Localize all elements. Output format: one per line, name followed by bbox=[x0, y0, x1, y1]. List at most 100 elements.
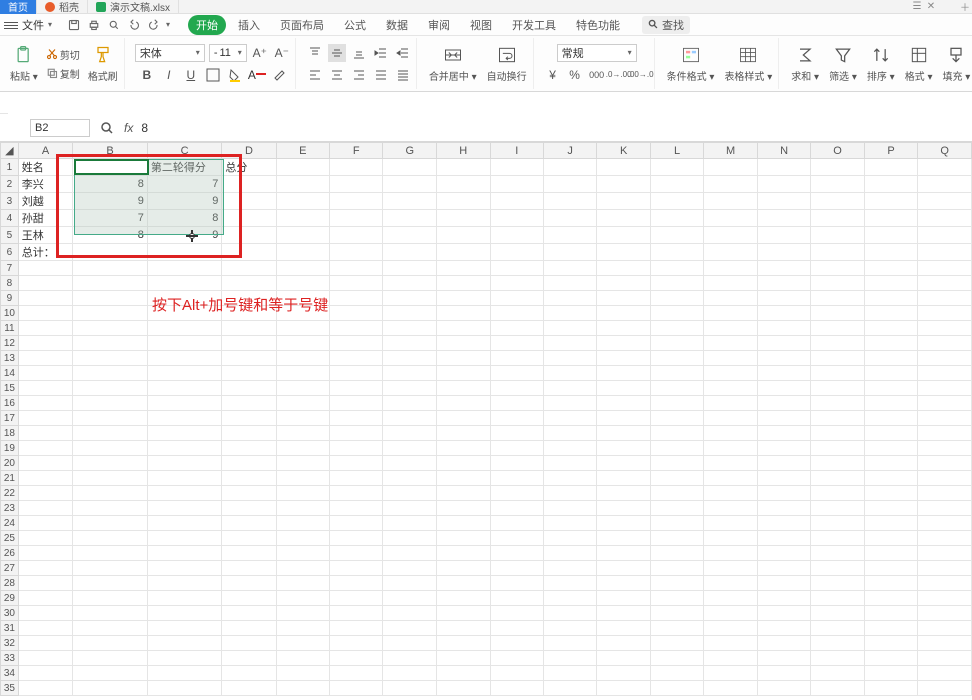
cell-O13[interactable] bbox=[811, 351, 865, 366]
spreadsheet-grid[interactable]: ◢ABCDEFGHIJKLMNOPQ1姓名第一轮得分第二轮得分总分2李兴873刘… bbox=[0, 142, 972, 700]
cell-L20[interactable] bbox=[650, 456, 703, 471]
tab-new-icon[interactable]: ＋ bbox=[958, 0, 972, 14]
cell-H4[interactable] bbox=[437, 210, 491, 227]
fill-color-button[interactable] bbox=[226, 66, 244, 84]
cell-Q13[interactable] bbox=[918, 351, 972, 366]
cell-B19[interactable] bbox=[73, 441, 148, 456]
cell-E3[interactable] bbox=[276, 193, 329, 210]
cell-H5[interactable] bbox=[437, 227, 491, 244]
cell-N7[interactable] bbox=[757, 261, 811, 276]
row-header-34[interactable]: 34 bbox=[1, 666, 19, 681]
row-header-22[interactable]: 22 bbox=[1, 486, 19, 501]
cell-O6[interactable] bbox=[811, 244, 865, 261]
cell-O20[interactable] bbox=[811, 456, 865, 471]
cell-A1[interactable]: 姓名 bbox=[18, 159, 73, 176]
cell-Q29[interactable] bbox=[918, 591, 972, 606]
cell-H23[interactable] bbox=[437, 501, 491, 516]
font-color-button[interactable]: A bbox=[248, 66, 266, 84]
cell-M20[interactable] bbox=[704, 456, 758, 471]
cell-L12[interactable] bbox=[650, 336, 703, 351]
cell-G26[interactable] bbox=[383, 546, 437, 561]
col-header-O[interactable]: O bbox=[811, 143, 865, 159]
cell-N24[interactable] bbox=[757, 516, 811, 531]
cell-I17[interactable] bbox=[490, 411, 543, 426]
cell-D30[interactable] bbox=[222, 606, 276, 621]
cell-M15[interactable] bbox=[704, 381, 758, 396]
cell-Q5[interactable] bbox=[918, 227, 972, 244]
cell-J25[interactable] bbox=[543, 531, 596, 546]
cell-K11[interactable] bbox=[597, 321, 650, 336]
cell-H33[interactable] bbox=[437, 651, 491, 666]
cell-A31[interactable] bbox=[18, 621, 73, 636]
select-all-corner[interactable]: ◢ bbox=[1, 143, 19, 159]
cell-I1[interactable] bbox=[490, 159, 543, 176]
row-header-10[interactable]: 10 bbox=[1, 306, 19, 321]
cell-L35[interactable] bbox=[650, 681, 703, 696]
sort-button[interactable]: 排序 ▾ bbox=[865, 42, 897, 85]
row-header-7[interactable]: 7 bbox=[1, 261, 19, 276]
cell-P35[interactable] bbox=[864, 681, 917, 696]
cell-Q8[interactable] bbox=[918, 276, 972, 291]
cell-H31[interactable] bbox=[437, 621, 491, 636]
cell-J24[interactable] bbox=[543, 516, 596, 531]
cell-O4[interactable] bbox=[811, 210, 865, 227]
cell-A25[interactable] bbox=[18, 531, 73, 546]
cell-B2[interactable]: 8 bbox=[73, 176, 148, 193]
cell-B21[interactable] bbox=[73, 471, 148, 486]
cell-G17[interactable] bbox=[383, 411, 437, 426]
cell-H7[interactable] bbox=[437, 261, 491, 276]
row-header-32[interactable]: 32 bbox=[1, 636, 19, 651]
cell-B30[interactable] bbox=[73, 606, 148, 621]
cell-B3[interactable]: 9 bbox=[73, 193, 148, 210]
cell-L2[interactable] bbox=[650, 176, 703, 193]
cell-F14[interactable] bbox=[330, 366, 383, 381]
cell-E1[interactable] bbox=[276, 159, 329, 176]
cell-O1[interactable] bbox=[811, 159, 865, 176]
cell-J12[interactable] bbox=[543, 336, 596, 351]
cell-O29[interactable] bbox=[811, 591, 865, 606]
cell-J17[interactable] bbox=[543, 411, 596, 426]
cell-E17[interactable] bbox=[276, 411, 329, 426]
cell-N32[interactable] bbox=[757, 636, 811, 651]
cell-J6[interactable] bbox=[543, 244, 596, 261]
cell-F31[interactable] bbox=[330, 621, 383, 636]
cell-L13[interactable] bbox=[650, 351, 703, 366]
cell-D31[interactable] bbox=[222, 621, 276, 636]
cell-H25[interactable] bbox=[437, 531, 491, 546]
cell-E2[interactable] bbox=[276, 176, 329, 193]
cell-O23[interactable] bbox=[811, 501, 865, 516]
cell-M7[interactable] bbox=[704, 261, 758, 276]
cell-K13[interactable] bbox=[597, 351, 650, 366]
col-header-M[interactable]: M bbox=[704, 143, 758, 159]
col-header-J[interactable]: J bbox=[543, 143, 596, 159]
cell-E10[interactable] bbox=[276, 306, 329, 321]
cell-K15[interactable] bbox=[597, 381, 650, 396]
cell-C20[interactable] bbox=[147, 456, 222, 471]
cell-B15[interactable] bbox=[73, 381, 148, 396]
cell-J11[interactable] bbox=[543, 321, 596, 336]
cell-I4[interactable] bbox=[490, 210, 543, 227]
cell-M12[interactable] bbox=[704, 336, 758, 351]
cell-J29[interactable] bbox=[543, 591, 596, 606]
cell-M25[interactable] bbox=[704, 531, 758, 546]
row-header-35[interactable]: 35 bbox=[1, 681, 19, 696]
cell-P23[interactable] bbox=[864, 501, 917, 516]
cell-D28[interactable] bbox=[222, 576, 276, 591]
distribute-icon[interactable] bbox=[394, 66, 412, 84]
cell-F26[interactable] bbox=[330, 546, 383, 561]
cell-H11[interactable] bbox=[437, 321, 491, 336]
cell-I16[interactable] bbox=[490, 396, 543, 411]
cell-A3[interactable]: 刘越 bbox=[18, 193, 73, 210]
cell-D27[interactable] bbox=[222, 561, 276, 576]
cell-F2[interactable] bbox=[330, 176, 383, 193]
cell-Q19[interactable] bbox=[918, 441, 972, 456]
cell-M11[interactable] bbox=[704, 321, 758, 336]
cell-P29[interactable] bbox=[864, 591, 917, 606]
cell-D34[interactable] bbox=[222, 666, 276, 681]
cell-J30[interactable] bbox=[543, 606, 596, 621]
cell-P31[interactable] bbox=[864, 621, 917, 636]
cell-I9[interactable] bbox=[490, 291, 543, 306]
cell-Q6[interactable] bbox=[918, 244, 972, 261]
cell-B32[interactable] bbox=[73, 636, 148, 651]
cell-K24[interactable] bbox=[597, 516, 650, 531]
